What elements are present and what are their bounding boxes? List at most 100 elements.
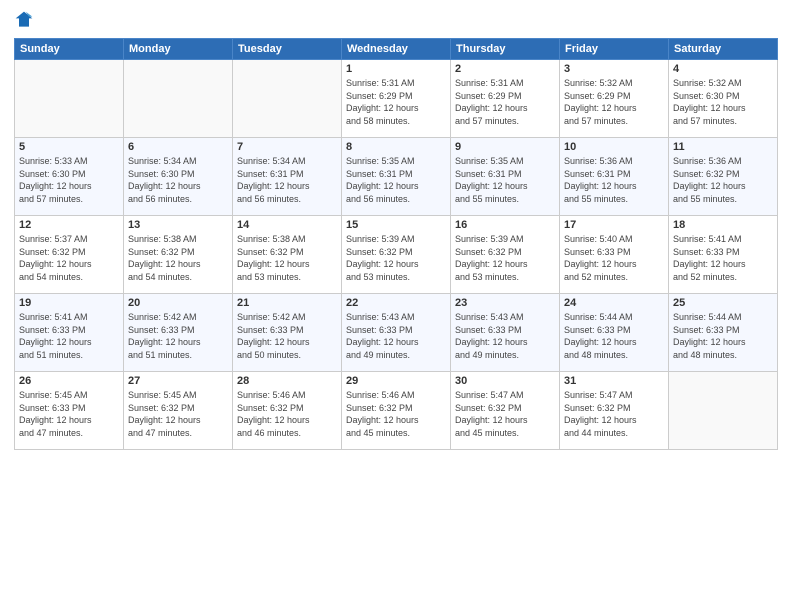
day-number: 18 [673,219,773,231]
calendar-cell: 11 Sunrise: 5:36 AMSunset: 6:32 PMDayligh… [669,138,778,216]
day-info: Sunrise: 5:41 AMSunset: 6:33 PMDaylight:… [673,233,773,283]
day-number: 3 [564,63,664,75]
day-number: 4 [673,63,773,75]
week-row-2: 5 Sunrise: 5:33 AMSunset: 6:30 PMDaylight… [15,138,778,216]
calendar-cell: 10Sunrise: 5:36 AMSunset: 6:31 PMDayligh… [560,138,669,216]
week-row-3: 12 Sunrise: 5:37 AMSunset: 6:32 PMDayligh… [15,216,778,294]
week-row-5: 26 Sunrise: 5:45 AMSunset: 6:33 PMDayligh… [15,372,778,450]
day-number: 11 [673,141,773,153]
day-number: 21 [237,297,337,309]
day-info: Sunrise: 5:35 AMSunset: 6:31 PMDaylight:… [455,155,555,205]
calendar-cell: 23 Sunrise: 5:43 AMSunset: 6:33 PMDayligh… [451,294,560,372]
calendar-cell [15,60,124,138]
day-number: 7 [237,141,337,153]
day-number: 24 [564,297,664,309]
header [14,10,778,30]
day-number: 2 [455,63,555,75]
weekday-header-sunday: Sunday [15,39,124,60]
day-info: Sunrise: 5:45 AMSunset: 6:33 PMDaylight:… [19,389,119,439]
day-number: 20 [128,297,228,309]
day-info: Sunrise: 5:33 AMSunset: 6:30 PMDaylight:… [19,155,119,205]
calendar-cell: 1Sunrise: 5:31 AMSunset: 6:29 PMDaylight… [342,60,451,138]
day-number: 26 [19,375,119,387]
calendar-cell: 17 Sunrise: 5:40 AMSunset: 6:33 PMDayligh… [560,216,669,294]
day-number: 15 [346,219,446,231]
day-info: Sunrise: 5:43 AMSunset: 6:33 PMDaylight:… [455,311,555,361]
day-info: Sunrise: 5:36 AMSunset: 6:32 PMDaylight:… [673,155,773,205]
weekday-header-wednesday: Wednesday [342,39,451,60]
calendar-cell: 30Sunrise: 5:47 AMSunset: 6:32 PMDayligh… [451,372,560,450]
calendar-cell: 22 Sunrise: 5:43 AMSunset: 6:33 PMDayligh… [342,294,451,372]
day-info: Sunrise: 5:32 AMSunset: 6:29 PMDaylight:… [564,77,664,127]
day-number: 19 [19,297,119,309]
day-info: Sunrise: 5:41 AMSunset: 6:33 PMDaylight:… [19,311,119,361]
day-number: 12 [19,219,119,231]
week-row-1: 1Sunrise: 5:31 AMSunset: 6:29 PMDaylight… [15,60,778,138]
calendar-cell: 24 Sunrise: 5:44 AMSunset: 6:33 PMDayligh… [560,294,669,372]
weekday-header-monday: Monday [124,39,233,60]
day-number: 13 [128,219,228,231]
day-info: Sunrise: 5:42 AMSunset: 6:33 PMDaylight:… [237,311,337,361]
day-number: 25 [673,297,773,309]
day-number: 27 [128,375,228,387]
day-info: Sunrise: 5:37 AMSunset: 6:32 PMDaylight:… [19,233,119,283]
calendar-cell: 2Sunrise: 5:31 AMSunset: 6:29 PMDaylight… [451,60,560,138]
day-info: Sunrise: 5:42 AMSunset: 6:33 PMDaylight:… [128,311,228,361]
day-number: 28 [237,375,337,387]
calendar-cell: 26 Sunrise: 5:45 AMSunset: 6:33 PMDayligh… [15,372,124,450]
day-info: Sunrise: 5:44 AMSunset: 6:33 PMDaylight:… [564,311,664,361]
calendar-cell: 20 Sunrise: 5:42 AMSunset: 6:33 PMDayligh… [124,294,233,372]
day-info: Sunrise: 5:38 AMSunset: 6:32 PMDaylight:… [128,233,228,283]
calendar-cell: 31 Sunrise: 5:47 AMSunset: 6:32 PMDayligh… [560,372,669,450]
calendar-cell: 12 Sunrise: 5:37 AMSunset: 6:32 PMDayligh… [15,216,124,294]
day-number: 16 [455,219,555,231]
calendar-cell: 27Sunrise: 5:45 AMSunset: 6:32 PMDayligh… [124,372,233,450]
day-info: Sunrise: 5:47 AMSunset: 6:32 PMDaylight:… [564,389,664,439]
calendar-cell: 5 Sunrise: 5:33 AMSunset: 6:30 PMDaylight… [15,138,124,216]
calendar-cell: 3 Sunrise: 5:32 AMSunset: 6:29 PMDaylight… [560,60,669,138]
calendar-cell: 4 Sunrise: 5:32 AMSunset: 6:30 PMDaylight… [669,60,778,138]
day-info: Sunrise: 5:44 AMSunset: 6:33 PMDaylight:… [673,311,773,361]
calendar-cell [669,372,778,450]
day-info: Sunrise: 5:46 AMSunset: 6:32 PMDaylight:… [346,389,446,439]
day-info: Sunrise: 5:32 AMSunset: 6:30 PMDaylight:… [673,77,773,127]
calendar-cell: 6 Sunrise: 5:34 AMSunset: 6:30 PMDaylight… [124,138,233,216]
day-number: 31 [564,375,664,387]
weekday-header-saturday: Saturday [669,39,778,60]
day-number: 30 [455,375,555,387]
day-info: Sunrise: 5:40 AMSunset: 6:33 PMDaylight:… [564,233,664,283]
day-number: 22 [346,297,446,309]
logo-icon [14,10,34,30]
calendar-cell: 21 Sunrise: 5:42 AMSunset: 6:33 PMDayligh… [233,294,342,372]
day-info: Sunrise: 5:31 AMSunset: 6:29 PMDaylight:… [346,77,446,127]
weekday-header-friday: Friday [560,39,669,60]
day-number: 17 [564,219,664,231]
page: SundayMondayTuesdayWednesdayThursdayFrid… [0,0,792,612]
day-number: 23 [455,297,555,309]
calendar-cell: 13 Sunrise: 5:38 AMSunset: 6:32 PMDayligh… [124,216,233,294]
weekday-header-tuesday: Tuesday [233,39,342,60]
day-number: 6 [128,141,228,153]
calendar-cell: 28Sunrise: 5:46 AMSunset: 6:32 PMDayligh… [233,372,342,450]
day-info: Sunrise: 5:38 AMSunset: 6:32 PMDaylight:… [237,233,337,283]
day-info: Sunrise: 5:39 AMSunset: 6:32 PMDaylight:… [346,233,446,283]
week-row-4: 19 Sunrise: 5:41 AMSunset: 6:33 PMDayligh… [15,294,778,372]
day-info: Sunrise: 5:39 AMSunset: 6:32 PMDaylight:… [455,233,555,283]
day-number: 10 [564,141,664,153]
day-info: Sunrise: 5:43 AMSunset: 6:33 PMDaylight:… [346,311,446,361]
calendar-cell: 16 Sunrise: 5:39 AMSunset: 6:32 PMDayligh… [451,216,560,294]
calendar-table: SundayMondayTuesdayWednesdayThursdayFrid… [14,38,778,450]
weekday-header-thursday: Thursday [451,39,560,60]
day-info: Sunrise: 5:35 AMSunset: 6:31 PMDaylight:… [346,155,446,205]
day-number: 9 [455,141,555,153]
day-number: 8 [346,141,446,153]
calendar-cell: 8 Sunrise: 5:35 AMSunset: 6:31 PMDaylight… [342,138,451,216]
day-number: 5 [19,141,119,153]
calendar-cell: 18 Sunrise: 5:41 AMSunset: 6:33 PMDayligh… [669,216,778,294]
day-info: Sunrise: 5:34 AMSunset: 6:30 PMDaylight:… [128,155,228,205]
calendar-cell: 14 Sunrise: 5:38 AMSunset: 6:32 PMDayligh… [233,216,342,294]
day-number: 14 [237,219,337,231]
logo [14,10,38,30]
calendar-cell: 9 Sunrise: 5:35 AMSunset: 6:31 PMDaylight… [451,138,560,216]
day-info: Sunrise: 5:34 AMSunset: 6:31 PMDaylight:… [237,155,337,205]
